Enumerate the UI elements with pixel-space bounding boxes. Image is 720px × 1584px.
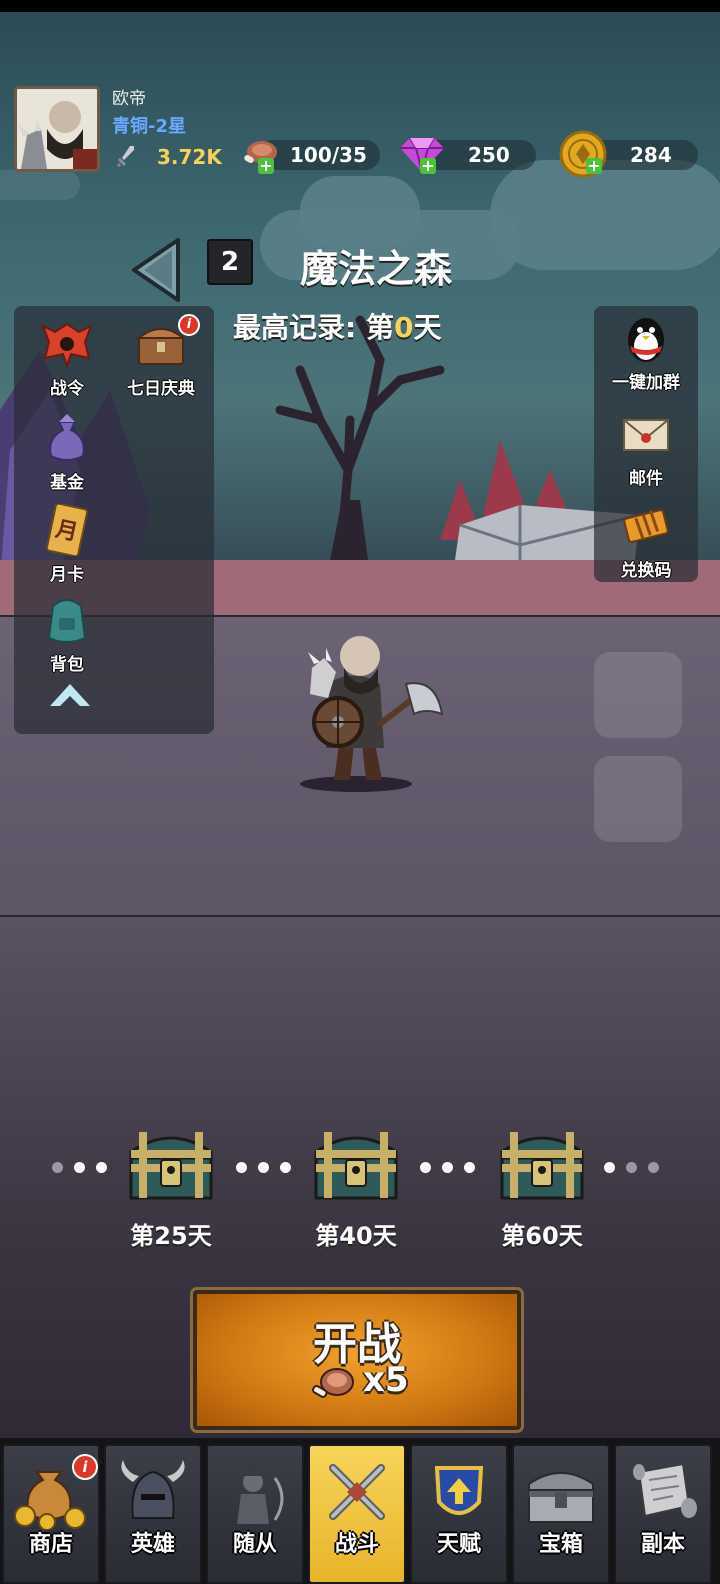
hero-warrior [300,636,444,792]
milestone-label: 第40天 [315,1222,397,1250]
progress-dots [236,1158,302,1173]
menu-label: 战令 [50,379,84,399]
ticket-icon [623,509,669,543]
dot [420,1162,431,1173]
scroll-icon [633,1462,697,1518]
dot [280,1162,291,1173]
tab-chest[interactable]: 宝箱 [512,1444,610,1584]
auto-battle-button[interactable] [594,652,682,738]
reward-chest-icon[interactable] [494,1124,590,1204]
level-number: 2 [207,239,253,285]
helmet-icon [121,1460,185,1519]
menu-join-group[interactable]: 一键加群 [601,312,691,393]
money-bag-icon [49,414,85,461]
sword-icon [116,146,134,168]
progress-dots [52,1158,118,1173]
tab-label: 战斗 [334,1532,379,1557]
dot [236,1162,247,1173]
best-record: 最高记录: 第0天 [233,306,441,346]
collapse-panel-chevron-icon[interactable] [46,676,94,712]
stamina-value: 100/35 [290,143,367,167]
progress-dots [604,1158,670,1173]
dot [604,1162,615,1173]
dot [96,1162,107,1173]
tab-heroes[interactable]: 英雄 [104,1444,202,1584]
reward-chest-icon[interactable] [308,1124,404,1204]
notification-badge: i [72,1454,98,1480]
dot [74,1162,85,1173]
crossed-swords-icon [329,1464,385,1520]
menu-label: 一键加群 [612,373,680,393]
record-value: 0 [393,311,414,344]
add-stamina-button[interactable]: + [258,158,274,174]
menu-seven-day-festival[interactable]: i 七日庆典 [116,314,206,399]
mail-icon [623,419,669,451]
start-battle-button[interactable]: 开战 x5 [190,1287,524,1433]
chest-icon [528,1472,594,1523]
menu-fund[interactable]: 基金 [22,412,112,493]
tab-label: 随从 [232,1532,277,1557]
start-battle-cost: x5 [363,1360,409,1400]
tab-label: 商店 [28,1532,73,1557]
companion-icon [237,1462,284,1524]
talent-shield-icon [434,1466,484,1515]
gems-value: 250 [468,143,510,167]
level-title: 魔法之森 [300,247,453,291]
progress-dots [420,1158,486,1173]
dot [626,1162,637,1173]
qq-penguin-icon [628,318,664,362]
record-prefix: 最高记录: 第 [233,311,394,344]
tab-label: 宝箱 [538,1532,583,1557]
record-suffix: 天 [413,311,442,344]
notification-badge: i [178,314,200,336]
milestone-label: 第25天 [130,1222,212,1250]
tab-label: 天赋 [436,1532,481,1557]
tab-companions[interactable]: 随从 [206,1444,304,1584]
player-name: 欧帝 [112,89,146,109]
dot [52,1162,63,1173]
battle-pass-icon [41,322,93,370]
tab-talent[interactable]: 天赋 [410,1444,508,1584]
player-rank: 青铜-2星 [112,116,186,137]
dot [258,1162,269,1173]
reward-chest-icon[interactable] [123,1124,219,1204]
tab-shop[interactable]: i 商店 [2,1444,100,1584]
menu-mail[interactable]: 邮件 [601,408,691,489]
previous-level-arrow-icon[interactable] [128,236,186,304]
combat-power: 3.72K [157,145,222,169]
settings-button[interactable] [594,756,682,842]
menu-label: 七日庆典 [127,379,195,399]
bottom-navigation: i 商店 英雄 随从 战斗 天赋 宝箱 副本 [0,1438,720,1584]
tab-dungeon[interactable]: 副本 [614,1444,712,1584]
menu-monthly-card[interactable]: 月 月卡 [22,504,112,585]
status-bar [0,0,720,12]
backpack-icon [47,599,87,643]
menu-label: 邮件 [629,469,663,489]
menu-label: 月卡 [50,565,84,585]
add-gems-button[interactable]: + [420,158,436,174]
dot [648,1162,659,1173]
dot [464,1162,475,1173]
meat-icon [312,1368,354,1398]
menu-label: 兑换码 [620,561,672,581]
cloud [0,170,80,200]
milestone-label: 第60天 [501,1222,583,1250]
start-battle-label: 开战 [313,1319,401,1370]
gold-value: 284 [630,143,672,167]
menu-label: 背包 [50,655,84,675]
warrior-portrait-icon [17,89,97,169]
tab-label: 副本 [640,1532,685,1557]
add-gold-button[interactable]: + [586,158,602,174]
menu-redeem-code[interactable]: 兑换码 [601,500,691,581]
monthly-card-icon: 月 [45,504,89,556]
tab-battle[interactable]: 战斗 [308,1444,406,1584]
menu-label: 基金 [50,473,84,493]
dot [442,1162,453,1173]
tab-label: 英雄 [130,1532,175,1557]
menu-battle-pass[interactable]: 战令 [22,318,112,399]
player-avatar[interactable] [14,86,100,172]
menu-backpack[interactable]: 背包 [22,594,112,675]
